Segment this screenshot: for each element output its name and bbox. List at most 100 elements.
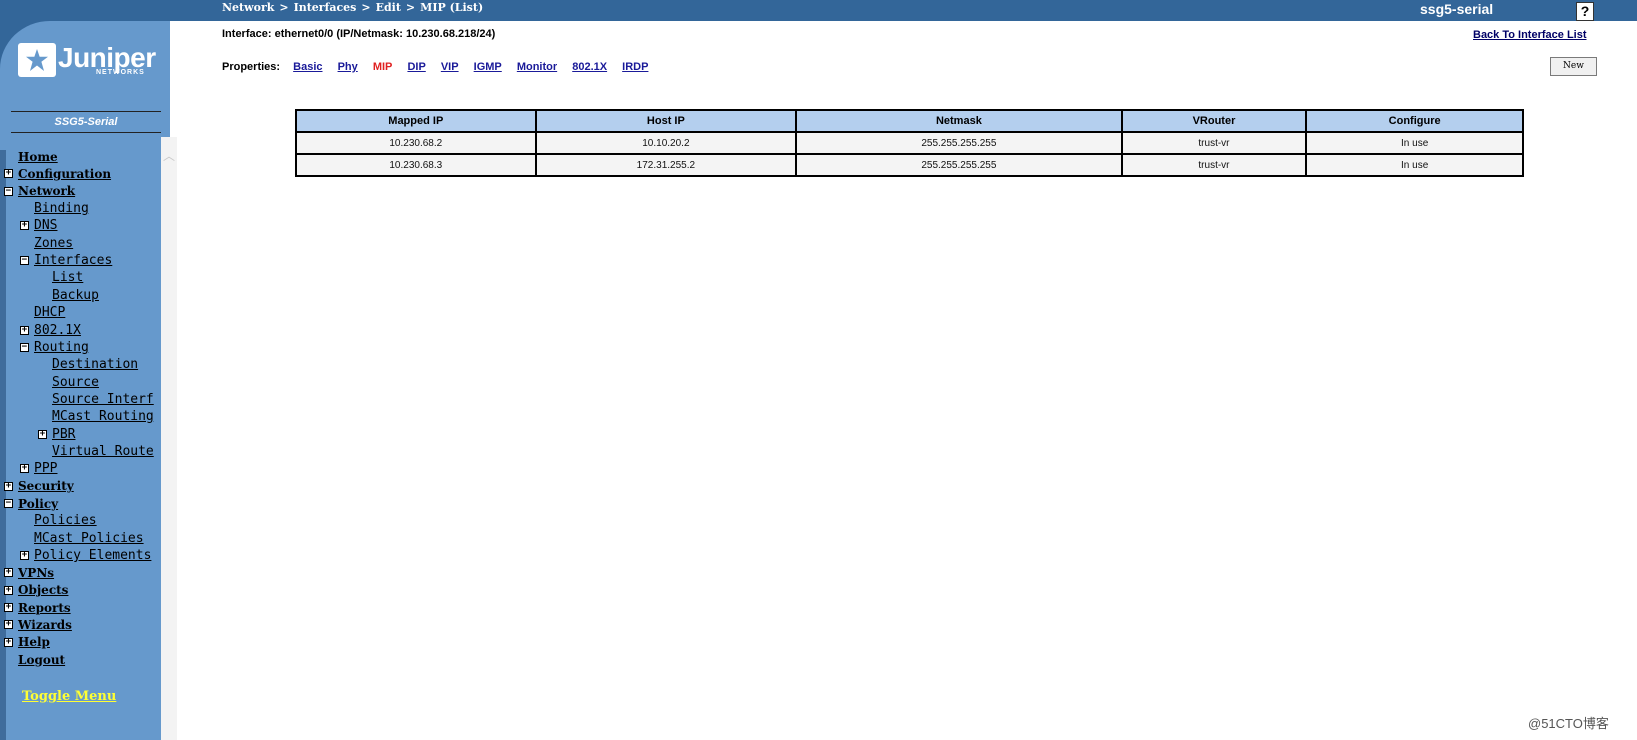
- tree-branch-icon: [20, 204, 29, 213]
- interface-info: Interface: ethernet0/0 (IP/Netmask: 10.2…: [222, 28, 496, 40]
- sidebar-scrollbar[interactable]: ︿: [161, 137, 177, 740]
- sidebar-item-binding[interactable]: Binding: [20, 200, 95, 217]
- sidebar-item-label: Policy Elements: [34, 548, 152, 564]
- expand-icon[interactable]: +: [4, 481, 13, 491]
- back-to-interface-list-link[interactable]: Back To Interface List: [1473, 29, 1587, 41]
- sidebar-item-source-interf[interactable]: Source Interf: [38, 391, 160, 408]
- expand-icon[interactable]: +: [4, 637, 13, 647]
- expand-icon[interactable]: +: [20, 325, 29, 335]
- sidebar-item-label: MCast Policies: [34, 530, 144, 546]
- collapse-icon[interactable]: −: [4, 186, 13, 196]
- sidebar-item-network[interactable]: − Network: [4, 183, 81, 200]
- tree-branch-icon: [4, 655, 13, 664]
- sidebar-item-label: Reports: [18, 600, 71, 615]
- sidebar-item-802-1x[interactable]: +802.1X: [20, 322, 87, 339]
- column-header-vrouter: VRouter: [1120, 109, 1308, 133]
- tree-branch-icon: [38, 378, 47, 387]
- sidebar-item-configuration[interactable]: + Configuration: [4, 165, 117, 182]
- sidebar-item-backup[interactable]: Backup: [38, 287, 105, 304]
- sidebar-item-label: Network: [18, 184, 76, 199]
- sidebar-item-label: Logout: [18, 652, 66, 667]
- expand-icon[interactable]: +: [4, 169, 13, 179]
- tab-8021x[interactable]: 802.1X: [572, 61, 607, 73]
- sidebar-item-zones[interactable]: Zones: [20, 235, 79, 252]
- sidebar-item-mcast-policies[interactable]: MCast Policies: [20, 530, 150, 547]
- tab-igmp[interactable]: IGMP: [474, 61, 502, 73]
- cell-mapped-ip: 10.230.68.2: [295, 131, 537, 155]
- tab-irdp[interactable]: IRDP: [622, 61, 648, 73]
- expand-icon[interactable]: +: [38, 429, 47, 439]
- device-model: SSG5-Serial: [11, 111, 161, 133]
- breadcrumb-item[interactable]: Network: [222, 1, 274, 14]
- cell-mapped-ip: 10.230.68.3: [295, 153, 537, 177]
- sidebar-item-interfaces[interactable]: − Interfaces: [20, 252, 118, 269]
- tree-branch-icon: [4, 152, 13, 161]
- sidebar-item-logout[interactable]: Logout: [4, 651, 71, 668]
- tab-vip[interactable]: VIP: [441, 61, 459, 73]
- collapse-icon[interactable]: −: [4, 499, 13, 508]
- sidebar-item-label: Source: [52, 374, 99, 390]
- expand-icon[interactable]: +: [4, 603, 13, 613]
- sidebar-item-dns[interactable]: + DNS: [20, 217, 63, 234]
- tree-branch-icon: [38, 395, 47, 404]
- sidebar-item-routing[interactable]: − Routing: [20, 339, 95, 356]
- column-header-host-ip: Host IP: [534, 109, 798, 133]
- tab-basic[interactable]: Basic: [293, 61, 322, 73]
- toggle-menu-link[interactable]: Toggle Menu: [22, 689, 116, 704]
- sidebar-item-mcast-routing[interactable]: MCast Routing: [38, 408, 160, 425]
- tree-branch-icon: [20, 308, 29, 317]
- column-header-configure: Configure: [1305, 109, 1524, 133]
- tab-phy[interactable]: Phy: [338, 61, 358, 73]
- cell-vrouter: trust-vr: [1120, 153, 1308, 177]
- sidebar-item-help[interactable]: + Help: [4, 634, 56, 651]
- breadcrumb-item[interactable]: Edit: [376, 1, 401, 14]
- sidebar-item-destination[interactable]: Destination: [38, 356, 144, 373]
- cell-netmask: 255.255.255.255: [795, 131, 1123, 155]
- sidebar-item-label: Destination: [52, 357, 139, 373]
- sidebar-item-policies[interactable]: Policies: [20, 512, 103, 529]
- sidebar-item-home[interactable]: Home: [4, 148, 64, 165]
- breadcrumb-separator-icon: >: [279, 1, 289, 14]
- sidebar-item-policy-elements[interactable]: + Policy Elements: [20, 547, 157, 564]
- sidebar-item-wizards[interactable]: + Wizards: [4, 616, 78, 633]
- collapse-icon[interactable]: −: [20, 256, 29, 266]
- sidebar-item-label: DNS: [34, 218, 58, 234]
- sidebar-item-dhcp[interactable]: DHCP: [20, 304, 71, 321]
- sidebar-item-security[interactable]: + Security: [4, 478, 80, 495]
- expand-icon[interactable]: +: [20, 221, 29, 231]
- sidebar-item-virtual-route[interactable]: Virtual Route: [38, 443, 160, 460]
- sidebar-item-list[interactable]: List: [38, 269, 89, 286]
- tab-monitor[interactable]: Monitor: [517, 61, 557, 73]
- collapse-icon[interactable]: −: [20, 342, 29, 352]
- tree-branch-icon: [38, 412, 47, 421]
- tree-branch-icon: [20, 516, 29, 525]
- sidebar-item-label: Objects: [18, 583, 69, 598]
- sidebar-item-ppp[interactable]: + PPP: [20, 460, 63, 477]
- tree-branch-icon: [38, 291, 47, 300]
- tab-mip[interactable]: MIP: [373, 61, 393, 73]
- new-mip-button[interactable]: New: [1550, 57, 1597, 76]
- breadcrumb-item[interactable]: Interfaces: [294, 1, 357, 14]
- breadcrumb: Network > Interfaces > Edit > MIP (List): [222, 1, 483, 14]
- expand-icon[interactable]: +: [20, 464, 29, 474]
- sidebar-item-reports[interactable]: + Reports: [4, 599, 77, 616]
- expand-icon[interactable]: +: [20, 551, 29, 561]
- sidebar-item-objects[interactable]: + Objects: [4, 582, 74, 599]
- chevron-up-icon[interactable]: ︿: [162, 150, 176, 162]
- sidebar-item-label: Routing: [34, 339, 89, 355]
- column-header-mapped-ip: Mapped IP: [295, 109, 537, 133]
- expand-icon[interactable]: +: [4, 568, 13, 578]
- sidebar-item-pbr[interactable]: + PBR: [38, 426, 81, 443]
- sidebar-item-policy[interactable]: − Policy: [4, 495, 64, 512]
- expand-icon[interactable]: +: [4, 620, 13, 630]
- tab-dip[interactable]: DIP: [407, 61, 425, 73]
- expand-icon[interactable]: +: [4, 585, 13, 595]
- breadcrumb-separator-icon: >: [405, 1, 416, 14]
- sidebar-item-label: DHCP: [34, 305, 66, 321]
- juniper-logo-icon: [18, 43, 56, 77]
- sidebar-item-label: Help: [18, 635, 50, 650]
- sidebar-item-source[interactable]: Source: [38, 374, 105, 391]
- sidebar-item-vpns[interactable]: + VPNs: [4, 564, 60, 581]
- cell-netmask: 255.255.255.255: [795, 153, 1123, 177]
- help-button[interactable]: ?: [1576, 2, 1594, 21]
